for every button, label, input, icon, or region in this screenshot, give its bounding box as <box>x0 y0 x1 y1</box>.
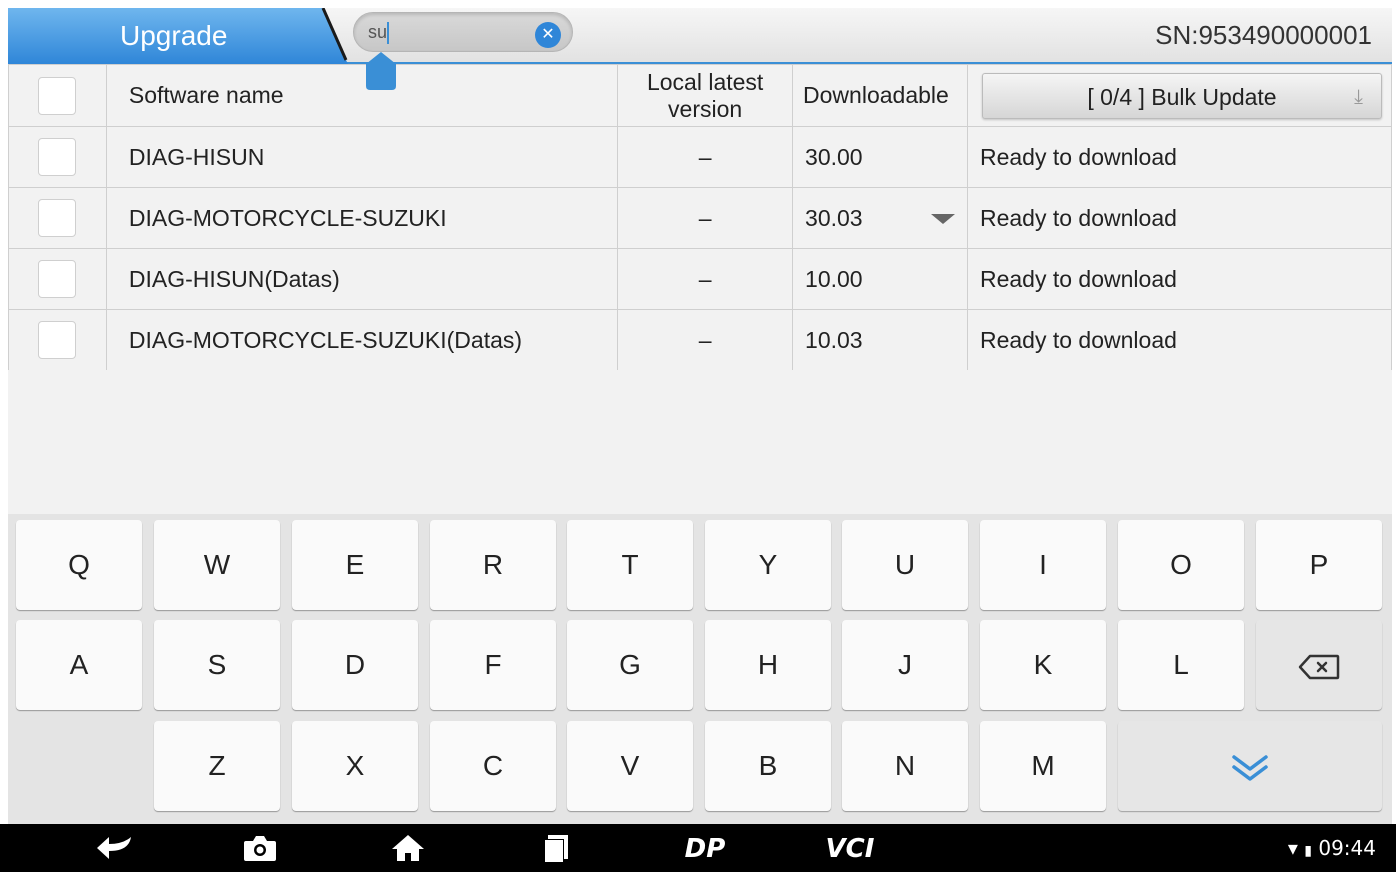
key-c[interactable]: C <box>430 721 556 811</box>
row-checkbox[interactable] <box>38 321 77 359</box>
soft-keyboard: Q W E R T Y U I O P A S D F G H J K L Z … <box>8 514 1392 824</box>
downloadable-version: 30.00 <box>792 126 968 188</box>
wifi-icon: ▾ <box>1287 836 1298 860</box>
table-row[interactable]: DIAG-HISUN – 30.00 Ready to download <box>8 126 1393 188</box>
recent-apps-icon[interactable] <box>536 824 576 872</box>
downloadable-version: 10.03 <box>792 309 968 371</box>
header-bar: Upgrade su ✕ SN:953490000001 <box>8 8 1392 64</box>
status-area: ▾ ▮ 09:44 <box>1288 836 1376 860</box>
key-l[interactable]: L <box>1118 620 1244 710</box>
upgrade-tab[interactable]: Upgrade <box>8 8 348 64</box>
hide-keyboard-icon <box>1232 754 1268 781</box>
bulk-update-label: [ 0/4 ] Bulk Update <box>1087 83 1277 110</box>
local-version: – <box>617 126 794 188</box>
key-u[interactable]: U <box>842 520 968 610</box>
svg-text:DP: DP <box>685 834 726 863</box>
key-b[interactable]: B <box>705 721 831 811</box>
battery-icon: ▮ <box>1304 843 1312 859</box>
software-name: DIAG-MOTORCYCLE-SUZUKI <box>105 187 619 249</box>
row-checkbox[interactable] <box>38 260 77 298</box>
dp-logo-mark: DP <box>685 834 726 863</box>
local-version: – <box>617 309 794 371</box>
list-empty-area <box>8 370 1392 514</box>
key-t[interactable]: T <box>567 520 693 610</box>
column-header-software-name: Software name <box>105 64 619 127</box>
version-dropdown[interactable]: 30.03 <box>792 187 968 249</box>
downloadable-version: 10.00 <box>792 248 968 310</box>
table-row[interactable]: DIAG-MOTORCYCLE-SUZUKI – 30.03 Ready to … <box>8 187 1393 249</box>
key-j[interactable]: J <box>842 620 968 710</box>
download-status: Ready to download <box>966 309 1393 371</box>
backspace-icon <box>1298 654 1340 679</box>
serial-number: SN:953490000001 <box>1155 20 1372 50</box>
home-icon[interactable] <box>386 824 430 872</box>
key-h[interactable]: H <box>705 620 831 710</box>
key-q[interactable]: Q <box>16 520 142 610</box>
dropdown-arrow-icon[interactable] <box>930 214 955 224</box>
bulk-update-button[interactable]: [ 0/4 ] Bulk Update ⤓ <box>981 72 1382 119</box>
key-o[interactable]: O <box>1118 520 1244 610</box>
bulk-update-cell: [ 0/4 ] Bulk Update ⤓ <box>966 64 1393 127</box>
download-icon: ⤓ <box>1354 85 1363 108</box>
search-input[interactable]: su ✕ <box>353 12 573 52</box>
row-checkbox[interactable] <box>38 138 77 176</box>
key-x[interactable]: X <box>292 721 418 811</box>
downloadable-version: 30.03 <box>805 204 863 231</box>
key-z[interactable]: Z <box>154 721 280 811</box>
local-version: – <box>617 187 794 249</box>
download-status: Ready to download <box>966 187 1393 249</box>
key-y[interactable]: Y <box>705 520 831 610</box>
key-d[interactable]: D <box>292 620 418 710</box>
key-s[interactable]: S <box>154 620 280 710</box>
key-e[interactable]: E <box>292 520 418 610</box>
clear-search-icon[interactable]: ✕ <box>535 22 561 48</box>
local-version: – <box>617 248 794 310</box>
key-r[interactable]: R <box>430 520 556 610</box>
text-cursor <box>387 22 389 44</box>
download-status: Ready to download <box>966 126 1393 188</box>
hide-keyboard-key[interactable] <box>1118 721 1382 811</box>
key-n[interactable]: N <box>842 721 968 811</box>
clock-time: 09:44 <box>1318 836 1376 860</box>
vci-logo[interactable]: VCI <box>810 824 890 872</box>
table-header-row: Software name Local latest version Downl… <box>8 64 1393 127</box>
system-nav-bar: DP VCI ▾ ▮ 09:44 <box>0 824 1396 872</box>
software-table: Software name Local latest version Downl… <box>8 64 1393 371</box>
select-all-checkbox[interactable] <box>38 76 77 115</box>
vci-logo-mark: VCI <box>826 834 875 863</box>
key-m[interactable]: M <box>980 721 1106 811</box>
table-row[interactable]: DIAG-MOTORCYCLE-SUZUKI(Datas) – 10.03 Re… <box>8 309 1393 371</box>
key-p[interactable]: P <box>1256 520 1382 610</box>
dp-logo[interactable]: DP <box>665 824 745 872</box>
software-name: DIAG-HISUN <box>105 126 619 188</box>
download-status: Ready to download <box>966 248 1393 310</box>
column-header-downloadable: Downloadable <box>792 64 968 127</box>
camera-icon[interactable] <box>238 824 282 872</box>
tab-title: Upgrade <box>120 20 228 51</box>
select-all-cell <box>8 64 107 127</box>
key-g[interactable]: G <box>567 620 693 710</box>
column-header-local-version: Local latest version <box>617 64 794 127</box>
key-w[interactable]: W <box>154 520 280 610</box>
search-input-value[interactable]: su <box>368 22 387 43</box>
key-i[interactable]: I <box>980 520 1106 610</box>
software-name: DIAG-HISUN(Datas) <box>105 248 619 310</box>
text-selection-handle[interactable] <box>366 52 396 90</box>
software-name: DIAG-MOTORCYCLE-SUZUKI(Datas) <box>105 309 619 371</box>
key-f[interactable]: F <box>430 620 556 710</box>
key-k[interactable]: K <box>980 620 1106 710</box>
back-icon[interactable] <box>90 824 140 872</box>
key-a[interactable]: A <box>16 620 142 710</box>
svg-text:VCI: VCI <box>826 834 875 863</box>
backspace-key[interactable] <box>1256 620 1382 710</box>
row-checkbox[interactable] <box>38 199 77 237</box>
key-v[interactable]: V <box>567 721 693 811</box>
table-row[interactable]: DIAG-HISUN(Datas) – 10.00 Ready to downl… <box>8 248 1393 310</box>
